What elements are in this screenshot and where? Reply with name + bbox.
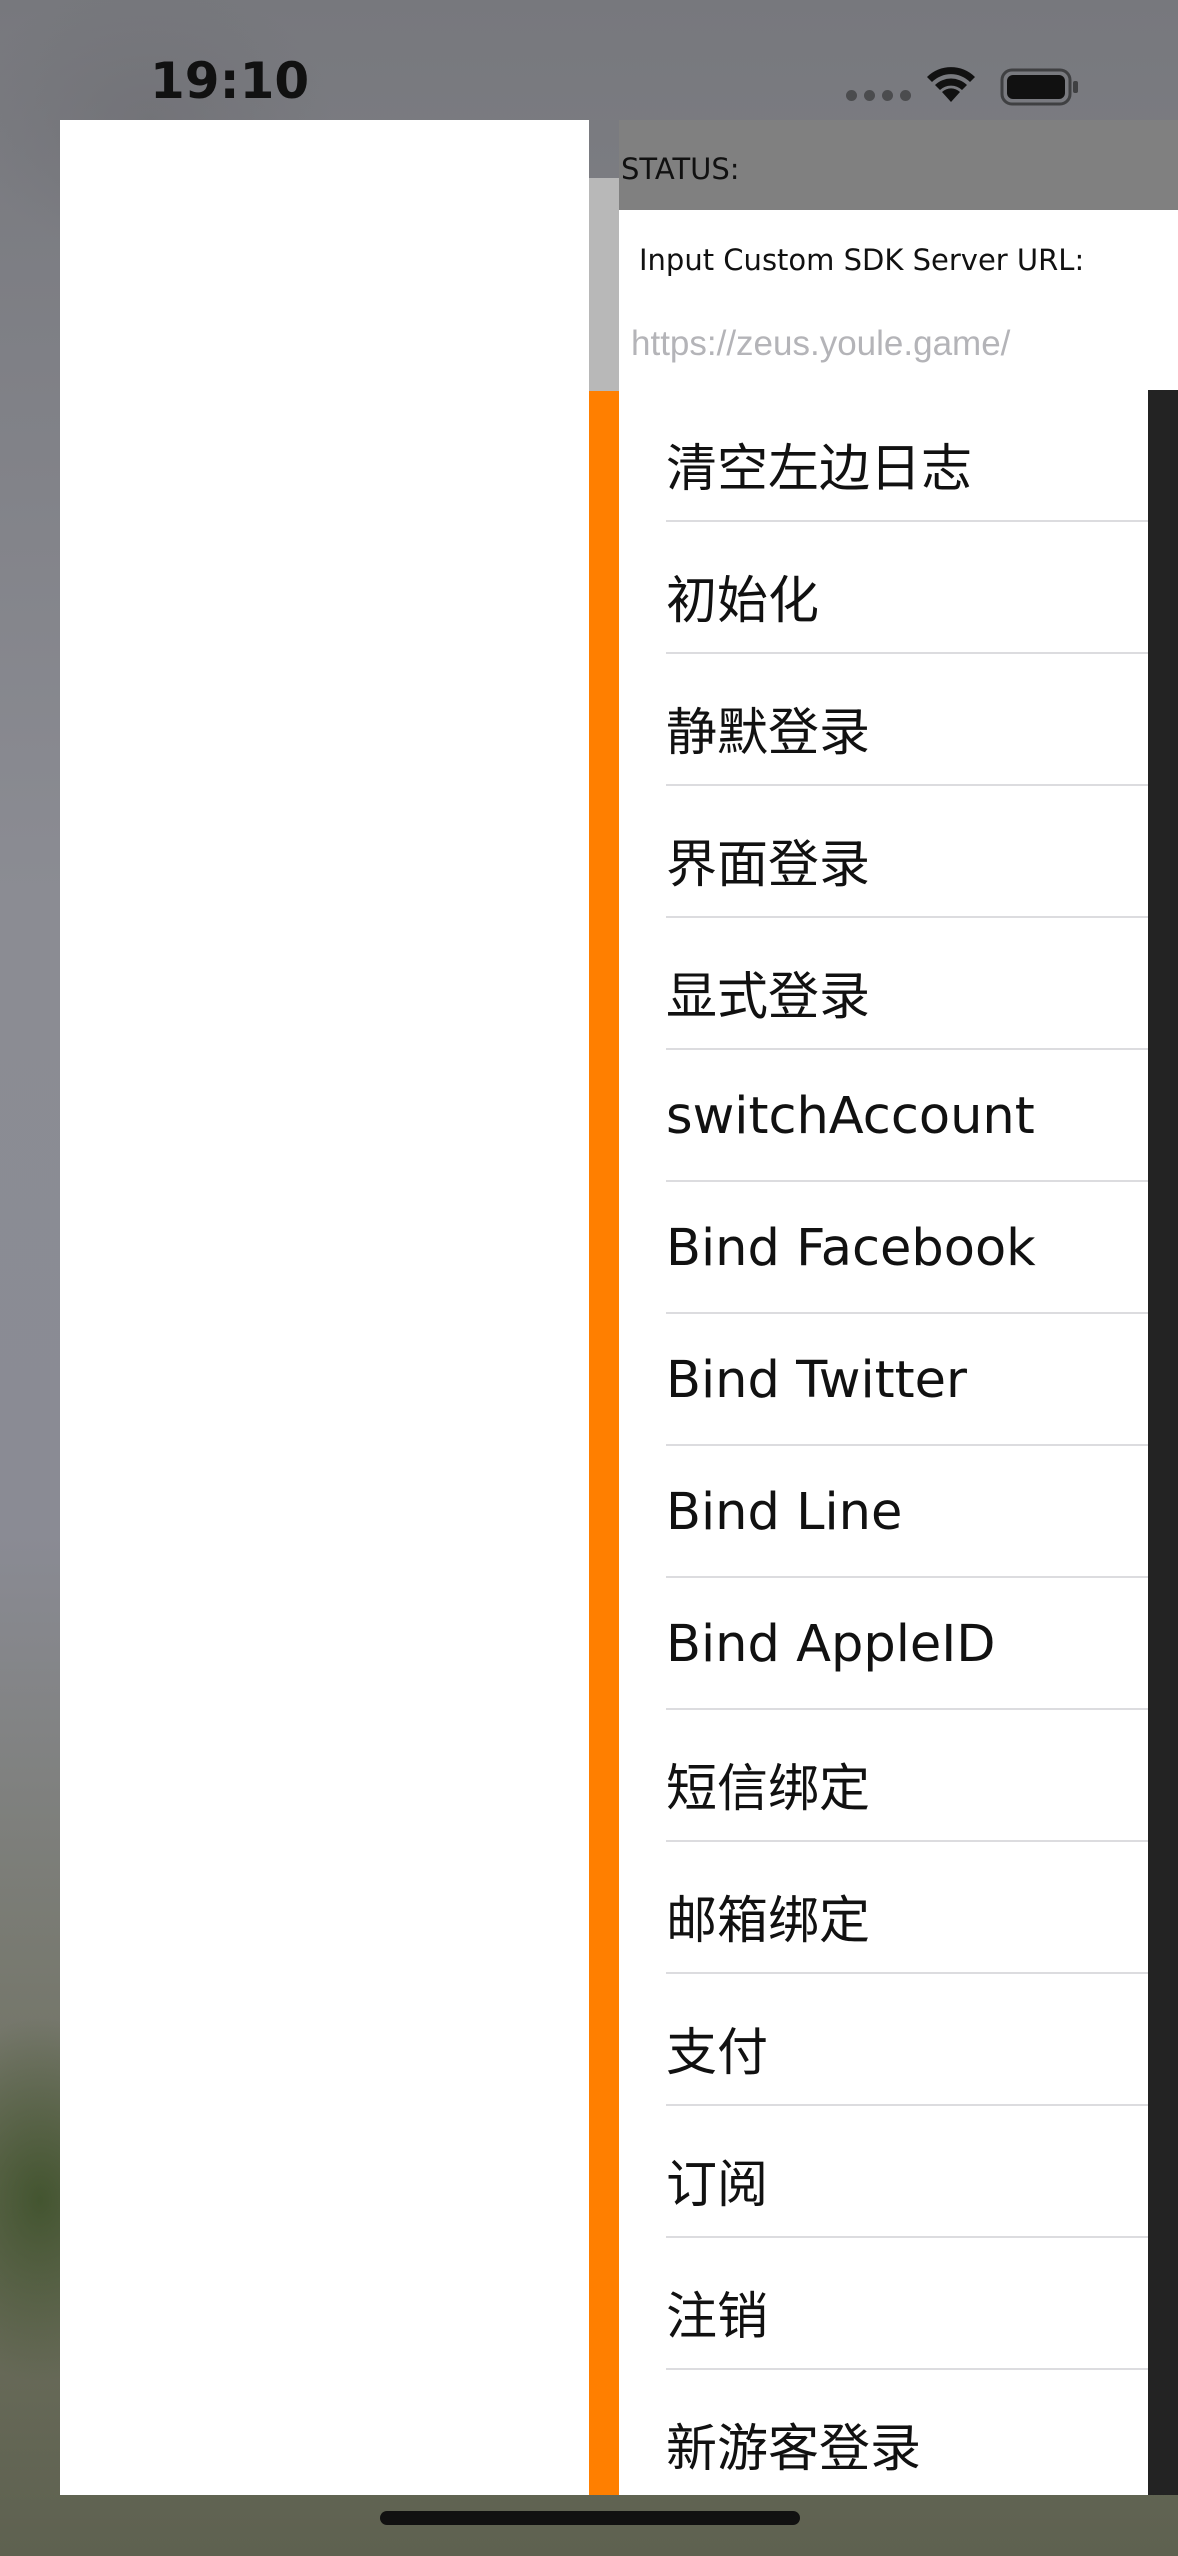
server-url-input[interactable] bbox=[631, 316, 1171, 372]
status-header: STATUS: bbox=[619, 120, 1178, 210]
menu-item-explicit-login[interactable]: 显式登录 bbox=[619, 918, 1148, 1050]
log-panel[interactable] bbox=[60, 120, 589, 2495]
menu-item-sms-bind[interactable]: 短信绑定 bbox=[619, 1710, 1148, 1842]
battery-icon bbox=[1000, 68, 1078, 106]
menu-item-label: Bind Facebook bbox=[666, 1219, 1036, 1278]
menu-item-label: 注销 bbox=[666, 2288, 769, 2347]
menu-item-label: Bind AppleID bbox=[666, 1615, 996, 1674]
menu-item-clear-log[interactable]: 清空左边日志 bbox=[619, 390, 1148, 522]
clock-time: 19:10 bbox=[150, 52, 310, 110]
scroll-indicator bbox=[589, 178, 619, 391]
menu-item-bind-twitter[interactable]: Bind Twitter bbox=[619, 1314, 1148, 1446]
menu-item-label: switchAccount bbox=[666, 1087, 1035, 1146]
menu-item-ui-login[interactable]: 界面登录 bbox=[619, 786, 1148, 918]
server-url-panel: Input Custom SDK Server URL: bbox=[619, 210, 1178, 390]
menu-item-label: 静默登录 bbox=[666, 704, 871, 763]
right-edge-strip bbox=[1148, 390, 1178, 2495]
menu-item-init[interactable]: 初始化 bbox=[619, 522, 1148, 654]
menu-item-label: 显式登录 bbox=[666, 968, 871, 1027]
menu-item-label: 短信绑定 bbox=[666, 1760, 871, 1819]
menu-item-label: 订阅 bbox=[666, 2156, 769, 2215]
menu-item-label: 初始化 bbox=[666, 572, 820, 631]
menu-item-label: 界面登录 bbox=[666, 836, 871, 895]
menu-item-label: Bind Line bbox=[666, 1483, 903, 1542]
menu-item-email-bind[interactable]: 邮箱绑定 bbox=[619, 1842, 1148, 1974]
action-menu: 清空左边日志 初始化 静默登录 界面登录 显式登录 switchAccount … bbox=[619, 390, 1148, 2495]
accent-strip bbox=[589, 391, 619, 2495]
server-url-label: Input Custom SDK Server URL: bbox=[639, 243, 1085, 277]
menu-item-label: Bind Twitter bbox=[666, 1351, 967, 1410]
status-bar: 19:10 bbox=[0, 0, 1178, 120]
menu-item-new-guest-login[interactable]: 新游客登录 bbox=[619, 2370, 1148, 2495]
menu-item-label: 新游客登录 bbox=[666, 2420, 922, 2479]
menu-item-pay[interactable]: 支付 bbox=[619, 1974, 1148, 2106]
status-label: STATUS: bbox=[621, 152, 740, 186]
menu-item-label: 清空左边日志 bbox=[666, 440, 973, 499]
home-indicator[interactable] bbox=[380, 2511, 800, 2525]
menu-item-label: 支付 bbox=[666, 2024, 769, 2083]
wifi-icon bbox=[927, 67, 975, 102]
menu-item-subscribe[interactable]: 订阅 bbox=[619, 2106, 1148, 2238]
menu-item-silent-login[interactable]: 静默登录 bbox=[619, 654, 1148, 786]
menu-item-bind-line[interactable]: Bind Line bbox=[619, 1446, 1148, 1578]
menu-item-bind-facebook[interactable]: Bind Facebook bbox=[619, 1182, 1148, 1314]
menu-item-label: 邮箱绑定 bbox=[666, 1892, 871, 1951]
cellular-signal-icon bbox=[846, 88, 918, 106]
menu-item-switch-account[interactable]: switchAccount bbox=[619, 1050, 1148, 1182]
menu-item-logout[interactable]: 注销 bbox=[619, 2238, 1148, 2370]
menu-item-bind-appleid[interactable]: Bind AppleID bbox=[619, 1578, 1148, 1710]
